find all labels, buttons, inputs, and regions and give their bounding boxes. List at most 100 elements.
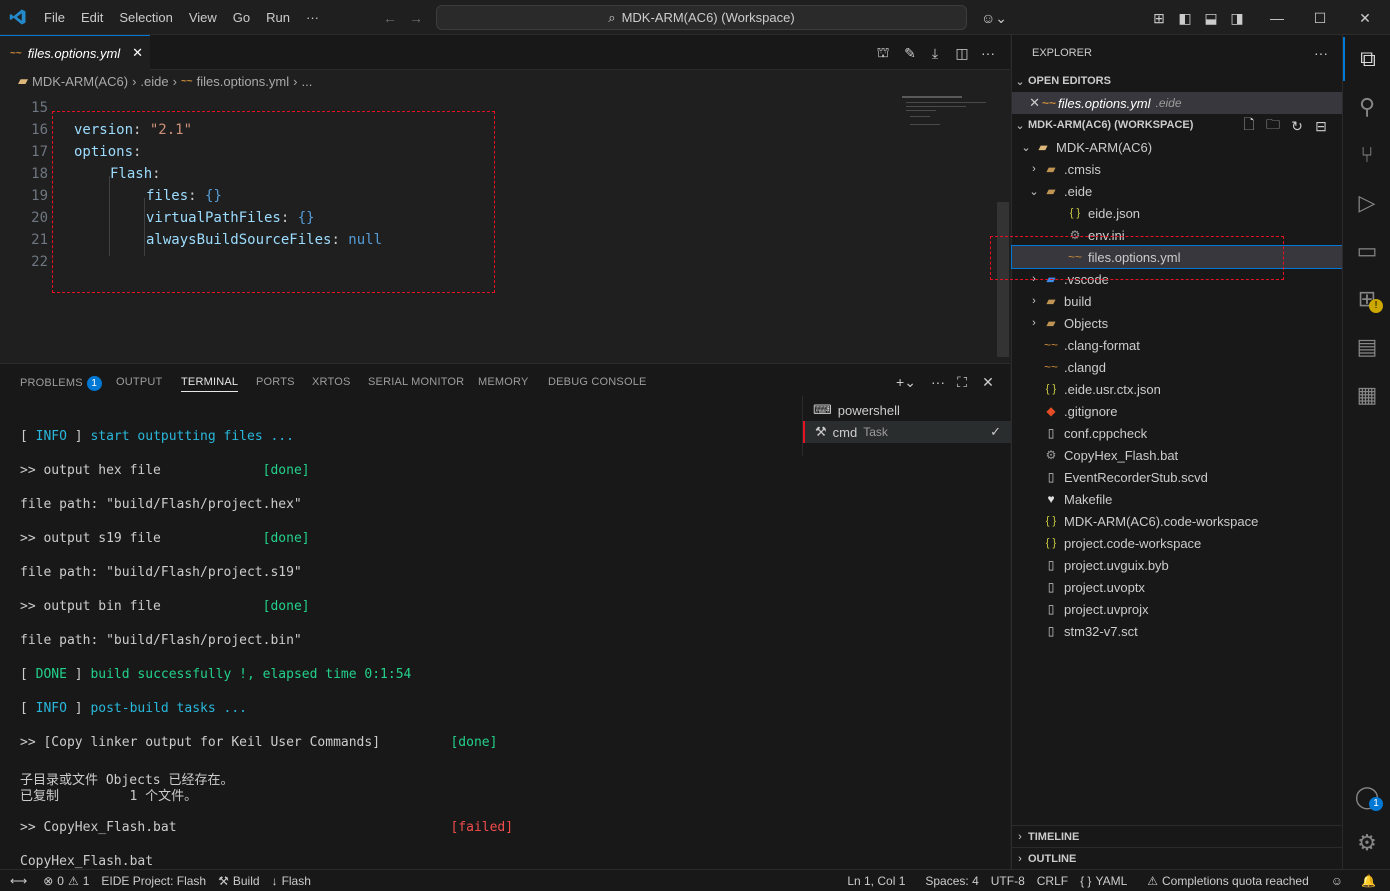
- explorer-icon[interactable]: ⧉: [1343, 37, 1390, 81]
- more-actions-icon[interactable]: ···: [929, 373, 947, 391]
- menu-item-go[interactable]: Go: [225, 0, 258, 35]
- tree-item[interactable]: ⌄ ▰ .eide: [1012, 180, 1343, 202]
- run-debug-icon[interactable]: ▷: [1343, 181, 1390, 225]
- customize-layout-icon[interactable]: ⊞: [1150, 9, 1168, 27]
- more-actions-icon[interactable]: ···: [979, 44, 997, 62]
- problems-status[interactable]: ⊗ 0 ⚠ 1: [37, 874, 95, 888]
- tab-memory[interactable]: MEMORY: [478, 376, 529, 388]
- tree-item[interactable]: { } MDK-ARM(AC6).code-workspace: [1012, 510, 1343, 532]
- tree-item[interactable]: ♥ Makefile: [1012, 488, 1343, 510]
- tab-xrtos[interactable]: XRTOS: [312, 376, 351, 388]
- terminal-item-powershell[interactable]: ⌨ powershell: [803, 399, 1011, 421]
- flash-status-button[interactable]: ↓ Flash: [266, 874, 317, 888]
- eide-build-icon[interactable]: ⛫: [874, 44, 892, 62]
- account-icon[interactable]: ◯ 1: [1343, 775, 1390, 819]
- tree-item[interactable]: ▯ project.uvoptx: [1012, 576, 1343, 598]
- tree-item[interactable]: ▯ project.uvguix.byb: [1012, 554, 1343, 576]
- code-editor[interactable]: 15 16 version: "2.1" 17 options: 18 Flash: 19 fi…: [0, 92, 1010, 362]
- menu-item-view[interactable]: View: [181, 0, 225, 35]
- tree-item[interactable]: ▯ conf.cppcheck: [1012, 422, 1343, 444]
- tab-output[interactable]: OUTPUT: [116, 376, 162, 388]
- tree-item[interactable]: ⚙ CopyHex_Flash.bat: [1012, 444, 1343, 466]
- split-editor-icon[interactable]: ◫: [953, 44, 971, 62]
- forward-arrow-icon[interactable]: →: [407, 9, 425, 27]
- copilot-icon[interactable]: ☺: [1325, 874, 1349, 888]
- notifications-bell-icon[interactable]: 🔔: [1355, 874, 1382, 888]
- minimap[interactable]: [902, 94, 992, 134]
- tree-item[interactable]: ◆ .gitignore: [1012, 400, 1343, 422]
- breadcrumb-file[interactable]: files.options.yml: [197, 74, 289, 89]
- terminal-item-cmd[interactable]: ⚒ cmd Task ✓: [803, 421, 1011, 443]
- folder-view-icon[interactable]: ▤: [1343, 325, 1390, 369]
- encoding[interactable]: UTF-8: [985, 874, 1031, 888]
- close-icon[interactable]: ✕: [1012, 95, 1040, 111]
- extensions-icon[interactable]: ⊞!: [1343, 277, 1390, 321]
- back-arrow-icon[interactable]: ←: [381, 9, 399, 27]
- breadcrumb-symbol[interactable]: ...: [301, 74, 312, 89]
- tab-ports[interactable]: PORTS: [256, 376, 295, 388]
- tab-files-options-yml[interactable]: ~~ files.options.yml ✕: [0, 35, 150, 70]
- copilot-icon[interactable]: ☺⌄: [978, 8, 1010, 28]
- tree-item[interactable]: { } eide.json: [1012, 202, 1343, 224]
- tab-problems[interactable]: PROBLEMS 1: [20, 376, 102, 391]
- refresh-icon[interactable]: ↻: [1288, 117, 1306, 135]
- new-folder-icon[interactable]: 🗀: [1264, 116, 1282, 135]
- open-editors-header[interactable]: ⌄ OPEN EDITORS: [1012, 70, 1343, 92]
- tree-item[interactable]: ~~ .clangd: [1012, 356, 1343, 378]
- outline-header[interactable]: › OUTLINE: [1012, 847, 1343, 869]
- collapse-all-icon[interactable]: ⊟: [1312, 117, 1330, 135]
- copilot-status[interactable]: ⚠ Completions quota reached: [1141, 874, 1315, 888]
- indentation[interactable]: Spaces: 4: [919, 874, 984, 888]
- menu-item-edit[interactable]: Edit: [73, 0, 111, 35]
- line-number: 21: [31, 232, 48, 248]
- cursor-position[interactable]: Ln 1, Col 1: [841, 874, 911, 888]
- download-icon[interactable]: ⤓: [926, 44, 944, 62]
- new-file-icon[interactable]: 🗋: [1240, 116, 1258, 135]
- toggle-sidebar-icon[interactable]: ◧: [1176, 9, 1194, 27]
- open-editor-item[interactable]: ✕ ~~ files.options.yml .eide: [1012, 92, 1343, 114]
- tree-item[interactable]: › ▰ .cmsis: [1012, 158, 1343, 180]
- eide-chip-icon[interactable]: ▦: [1343, 373, 1390, 417]
- remote-explorer-icon[interactable]: ▭: [1343, 229, 1390, 273]
- tab-debug-console[interactable]: DEBUG CONSOLE: [548, 376, 647, 388]
- timeline-header[interactable]: › TIMELINE: [1012, 825, 1343, 847]
- close-tab-icon[interactable]: ✕: [132, 45, 143, 61]
- breadcrumb-eide[interactable]: .eide: [140, 74, 168, 89]
- language-mode[interactable]: { } YAML: [1074, 874, 1133, 888]
- maximize-icon[interactable]: ☐: [1311, 9, 1329, 27]
- menu-item-selection[interactable]: Selection: [111, 0, 180, 35]
- tab-terminal[interactable]: TERMINAL: [181, 376, 239, 392]
- menu-item-run[interactable]: Run: [258, 0, 298, 35]
- build-status-button[interactable]: ⚒ Build: [212, 874, 265, 888]
- tree-item[interactable]: ▯ project.uvprojx: [1012, 598, 1343, 620]
- line-number: 18: [31, 166, 48, 182]
- source-control-icon[interactable]: ⑂: [1343, 133, 1390, 177]
- tab-serial-monitor[interactable]: SERIAL MONITOR: [368, 376, 464, 388]
- tree-item[interactable]: ~~ .clang-format: [1012, 334, 1343, 356]
- line-ending[interactable]: CRLF: [1031, 874, 1074, 888]
- menu-item-file[interactable]: File: [36, 0, 73, 35]
- toggle-panel-icon[interactable]: ⬓: [1202, 9, 1220, 27]
- tree-item[interactable]: › ▰ build: [1012, 290, 1343, 312]
- command-center-search[interactable]: ⌕ MDK-ARM(AC6) (Workspace): [436, 5, 967, 30]
- tree-item[interactable]: ▯ EventRecorderStub.scvd: [1012, 466, 1343, 488]
- tree-item[interactable]: ▯ stm32-v7.sct: [1012, 620, 1343, 642]
- search-icon[interactable]: ⚲: [1343, 85, 1390, 129]
- maximize-panel-icon[interactable]: ⛶: [953, 373, 971, 391]
- tree-item[interactable]: { } .eide.usr.ctx.json: [1012, 378, 1343, 400]
- settings-gear-icon[interactable]: ⚙: [1343, 821, 1390, 865]
- new-terminal-icon[interactable]: +⌄: [892, 373, 920, 391]
- more-actions-icon[interactable]: ···: [1312, 44, 1330, 62]
- tree-item[interactable]: › ▰ Objects: [1012, 312, 1343, 334]
- toggle-secondary-sidebar-icon[interactable]: ◨: [1228, 9, 1246, 27]
- eide-project-status[interactable]: EIDE Project: Flash: [95, 874, 212, 888]
- tree-item[interactable]: { } project.code-workspace: [1012, 532, 1343, 554]
- remote-icon[interactable]: ⟷: [0, 874, 37, 888]
- menu-more-button[interactable]: ···: [298, 0, 327, 35]
- minimize-icon[interactable]: —: [1268, 9, 1286, 27]
- close-panel-icon[interactable]: ✕: [979, 373, 997, 391]
- clean-icon[interactable]: ✎: [901, 44, 919, 62]
- tree-item[interactable]: ⌄ ▰ MDK-ARM(AC6): [1012, 136, 1343, 158]
- close-window-icon[interactable]: ✕: [1356, 9, 1374, 27]
- breadcrumb-root[interactable]: MDK-ARM(AC6): [32, 74, 128, 89]
